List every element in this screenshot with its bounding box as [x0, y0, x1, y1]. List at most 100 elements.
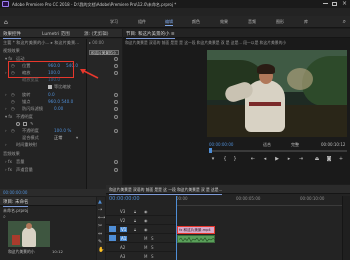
mark-in-icon[interactable]: { [221, 156, 229, 163]
lift-icon[interactable]: ⏏ [313, 156, 321, 163]
mini-clip-bar[interactable]: 和这片美景的小 [89, 50, 119, 55]
uniform-scale-checkbox[interactable] [48, 85, 52, 89]
add-marker-icon[interactable]: ▾ [209, 156, 217, 163]
time-remap-expand-icon[interactable]: › [5, 142, 7, 147]
maximize-button[interactable] [332, 1, 337, 6]
effect-controls-timecode[interactable]: 00:00:00:00 [3, 190, 27, 195]
opacity-disclosure[interactable]: ▾ fx [5, 114, 12, 119]
timeline-timecode[interactable]: 00:00:00:00 [109, 196, 140, 202]
solo-button[interactable]: S [151, 254, 154, 259]
eye-icon[interactable]: ◉ [144, 209, 148, 214]
razor-tool-icon[interactable]: ✂ [98, 223, 102, 229]
antiflicker-value[interactable]: 0.00 [54, 106, 63, 111]
lock-icon[interactable]: 🔒︎ [134, 227, 136, 232]
stopwatch-icon[interactable]: ◷ [11, 92, 15, 97]
export-frame-icon[interactable]: ◙ [325, 156, 333, 163]
tab-project[interactable]: 项目: 未命名 [3, 199, 29, 207]
clip-thumbnail[interactable] [8, 221, 50, 247]
track-select-icon[interactable]: ⇢ [98, 207, 102, 213]
selection-tool-icon[interactable]: ▲ [98, 199, 102, 205]
tab-source[interactable]: 源: (无剪辑) [84, 31, 108, 37]
reset-icon[interactable] [114, 64, 118, 68]
tab-program[interactable]: 节目: 和这片美景的小 ≡ [126, 31, 175, 39]
quality-select[interactable]: 完整 [291, 142, 299, 148]
ripple-edit-icon[interactable]: ⟷ [98, 215, 105, 221]
solo-button[interactable]: S [151, 236, 154, 241]
video-clip[interactable]: fx 和这片美景.mp4 [177, 226, 215, 234]
volume-disclosure[interactable]: › fx [5, 159, 12, 164]
reset-icon[interactable] [114, 71, 118, 75]
track-label[interactable]: A1 [120, 236, 128, 241]
volume-label[interactable]: 音量 [16, 159, 24, 165]
lock-icon[interactable]: 🔒︎ [134, 209, 136, 214]
rectangle-mask-icon[interactable] [23, 122, 27, 126]
track-label[interactable]: V1 [120, 227, 128, 232]
scale-expand-icon[interactable]: › [5, 70, 7, 75]
workspace-graphics[interactable]: 图形 [276, 19, 284, 25]
home-icon[interactable]: ⌂ [4, 19, 8, 26]
workspace-audio[interactable]: 音频 [248, 19, 256, 25]
reset-icon[interactable] [114, 100, 118, 104]
minimize-button[interactable] [323, 3, 328, 4]
mute-button[interactable]: M [144, 236, 147, 241]
reset-icon[interactable] [114, 115, 118, 119]
workspace-edit[interactable]: 编辑 [165, 19, 173, 26]
plus-icon[interactable]: + [337, 156, 345, 163]
go-to-out-icon[interactable]: ⇥ [297, 156, 305, 163]
reset-icon[interactable] [114, 57, 118, 61]
pen-mask-icon[interactable]: ✎ [30, 121, 34, 126]
rotation-value[interactable]: 0.0 [48, 92, 55, 97]
program-scrubber[interactable] [209, 148, 347, 153]
workspace-libraries[interactable]: 库 [304, 19, 308, 25]
reset-icon[interactable] [114, 168, 118, 172]
search-icon[interactable]: ⌕ [343, 18, 346, 26]
stopwatch-icon[interactable]: ◷ [11, 99, 15, 104]
track-label[interactable]: A3 [120, 254, 125, 259]
timeline-ruler[interactable]: 00:00 00:00:05:00 00:00:10:00 [176, 196, 350, 206]
eye-icon[interactable]: ◉ [144, 218, 148, 223]
anchor-value[interactable]: 960.0 540.0 [48, 99, 73, 104]
track-label[interactable]: A2 [120, 245, 125, 250]
step-forward-icon[interactable]: ▸ [285, 156, 293, 163]
eye-icon[interactable]: ◉ [144, 227, 148, 232]
workspace-color[interactable]: 颜色 [192, 19, 200, 25]
tab-timeline-sequence[interactable]: 和这片美景是 双语的 前面 是是 这 一段 和这片美景是 双 是 这是... [109, 187, 223, 195]
rotation-expand-icon[interactable]: › [5, 92, 7, 97]
reset-icon[interactable] [114, 160, 118, 164]
video-frame[interactable] [207, 50, 347, 137]
time-remap-label[interactable]: 时间重映射 [16, 142, 37, 148]
search-icon[interactable]: ⌕ [3, 214, 6, 220]
slip-tool-icon[interactable]: ⇔ [98, 231, 102, 237]
opacity-value[interactable]: 100.0 % [54, 128, 71, 133]
tab-effect-controls[interactable]: 效果控件 [3, 31, 21, 39]
pen-tool-icon[interactable]: ✎ [98, 239, 102, 245]
reset-icon[interactable] [114, 107, 118, 111]
track-label[interactable]: V3 [120, 209, 125, 214]
fit-select[interactable]: 适合 [263, 142, 271, 148]
playhead-icon[interactable] [209, 148, 212, 153]
workspace-learn[interactable]: 学习 [110, 19, 118, 25]
workspace-effects[interactable]: 效果 [220, 19, 228, 25]
hand-tool-icon[interactable]: ✋ [98, 247, 104, 253]
opacity-expand-icon[interactable]: › [5, 128, 7, 133]
mute-button[interactable]: M [144, 254, 147, 259]
track-label[interactable]: V2 [120, 218, 125, 223]
mute-button[interactable]: M [144, 245, 147, 250]
source-patch-a1[interactable] [109, 235, 116, 241]
ellipse-mask-icon[interactable] [16, 122, 20, 126]
close-button[interactable]: × [342, 0, 347, 7]
play-icon[interactable]: ▶ [273, 156, 281, 163]
reset-icon[interactable] [114, 129, 118, 133]
channel-volume-label[interactable]: 声道音量 [16, 167, 33, 173]
tab-lumetri-scopes[interactable]: Lumetri 范围 [42, 31, 70, 37]
audio-clip[interactable] [177, 235, 215, 243]
stopwatch-icon[interactable]: ◷ [11, 106, 15, 111]
step-back-icon[interactable]: ◂ [261, 156, 269, 163]
antiflicker-expand-icon[interactable]: › [5, 106, 7, 111]
program-timecode[interactable]: 00:00:00:00 [209, 142, 233, 147]
channel-volume-disclosure[interactable]: › fx [5, 167, 12, 172]
mark-out-icon[interactable]: } [231, 156, 239, 163]
go-to-in-icon[interactable]: ⇤ [249, 156, 257, 163]
lock-icon[interactable]: 🔒︎ [134, 218, 136, 223]
source-patch-v1[interactable] [109, 226, 116, 232]
